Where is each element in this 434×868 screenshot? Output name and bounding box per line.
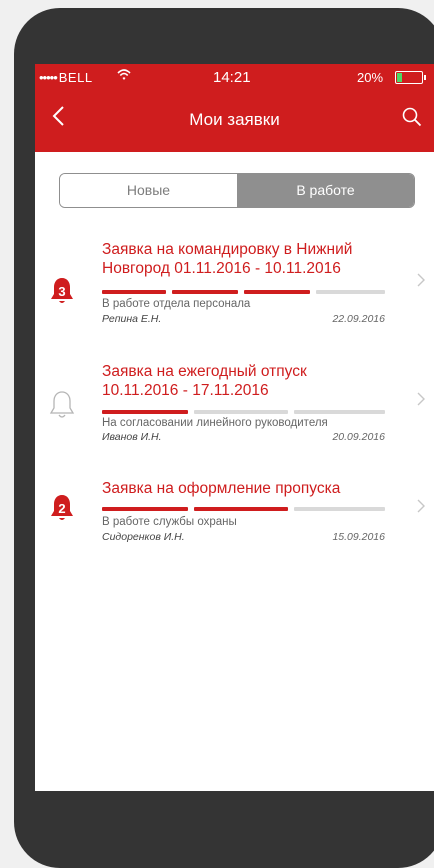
progress-step-done xyxy=(194,507,288,511)
request-item[interactable]: 3 Заявка на командировку в Нижний Новгор… xyxy=(35,232,434,342)
tab-new[interactable]: Новые xyxy=(60,174,237,207)
request-title: Заявка на ежегодный отпуск 10.11.2016 - … xyxy=(102,362,402,400)
progress-bar xyxy=(102,507,385,511)
wifi-icon xyxy=(117,69,131,80)
request-status: В работе отдела персонала xyxy=(102,298,251,310)
request-title-line: Заявка на оформление пропуска xyxy=(102,480,341,497)
chevron-right-icon xyxy=(417,392,425,406)
search-icon xyxy=(402,107,422,127)
request-title: Заявка на оформление пропуска xyxy=(102,479,402,498)
request-status: В работе службы охраны xyxy=(102,516,237,528)
progress-step-done xyxy=(172,290,238,294)
status-bar: ••••• BELL 14:21 20% xyxy=(35,64,434,90)
carrier: ••••• BELL xyxy=(39,70,93,85)
battery-percent: 20% xyxy=(357,70,384,85)
request-badge-count: 2 xyxy=(58,501,65,516)
request-title: Заявка на командировку в Нижний Новгород… xyxy=(102,240,402,278)
request-title-line: 10.11.2016 - 17.11.2016 xyxy=(102,382,269,399)
request-item[interactable]: 2 Заявка на оформление пропуска В работе… xyxy=(35,469,434,559)
request-item[interactable]: Заявка на ежегодный отпуск 10.11.2016 - … xyxy=(35,354,434,464)
chevron-right-icon xyxy=(417,499,425,513)
progress-step-done xyxy=(102,290,166,294)
progress-step-done xyxy=(102,507,188,511)
status-segmented-control: Новые В работе xyxy=(59,173,415,208)
search-button[interactable] xyxy=(401,106,423,128)
request-badge-count: 3 xyxy=(58,284,65,299)
request-title-line: Заявка на командировку в Нижний xyxy=(102,241,353,258)
request-date: 15.09.2016 xyxy=(332,531,385,543)
progress-step-done xyxy=(244,290,310,294)
app-screen: ••••• BELL 14:21 20% Мои заявки Новые В р xyxy=(35,64,434,791)
battery-icon xyxy=(395,71,426,84)
status-time: 14:21 xyxy=(213,69,251,86)
page-title: Мои заявки xyxy=(189,110,280,129)
request-status: На согласовании линейного руководителя xyxy=(102,417,328,429)
progress-step-pending xyxy=(294,507,385,511)
progress-step-done xyxy=(102,410,188,414)
tab-in-progress[interactable]: В работе xyxy=(237,174,414,207)
request-assignee: Иванов И.Н. xyxy=(102,431,162,443)
request-date: 22.09.2016 xyxy=(332,313,385,325)
request-title-line: Заявка на ежегодный отпуск xyxy=(102,363,307,380)
request-assignee: Сидоренков И.Н. xyxy=(102,531,185,543)
bell-icon: 3 xyxy=(51,278,73,303)
progress-step-pending xyxy=(294,410,385,414)
bell-icon: 2 xyxy=(51,495,73,520)
progress-step-pending xyxy=(316,290,385,294)
navigation-bar: ••••• BELL 14:21 20% Мои заявки xyxy=(35,64,434,152)
request-date: 20.09.2016 xyxy=(332,431,385,443)
bell-outline-icon xyxy=(49,391,75,418)
signal-dots: ••••• xyxy=(39,70,58,85)
chevron-right-icon xyxy=(417,273,425,287)
progress-step-pending xyxy=(194,410,288,414)
progress-bar xyxy=(102,410,385,414)
request-title-line: Новгород 01.11.2016 - 10.11.2016 xyxy=(102,260,341,277)
request-assignee: Репина Е.Н. xyxy=(102,313,162,325)
progress-bar xyxy=(102,290,385,294)
carrier-name: BELL xyxy=(58,70,93,85)
